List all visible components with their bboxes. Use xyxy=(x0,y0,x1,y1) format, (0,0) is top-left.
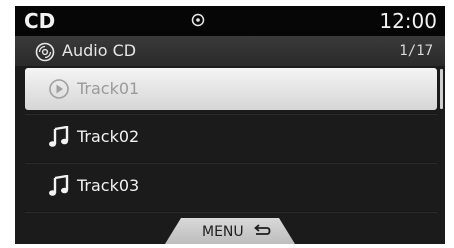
disc-indicator-icon xyxy=(191,13,205,27)
track-counter: 1/17 xyxy=(399,43,433,59)
list-header: Audio CD 1/17 xyxy=(15,36,445,66)
track-label: Track03 xyxy=(77,176,140,195)
menu-label: MENU xyxy=(202,224,244,240)
cd-icon xyxy=(35,42,55,62)
track-row-1[interactable]: Track01 xyxy=(25,68,437,110)
track-row-2[interactable]: Track02 xyxy=(25,116,437,158)
clock: 12:00 xyxy=(379,9,437,33)
status-bar: CD 12:00 xyxy=(15,6,445,36)
row-divider xyxy=(25,113,437,115)
menu-button[interactable]: MENU xyxy=(165,218,295,244)
track-label: Track01 xyxy=(77,79,140,98)
music-note-icon xyxy=(49,175,69,196)
row-divider xyxy=(25,162,437,164)
cd-screen: CD 12:00 Audio CD 1/17 Track01 Track02 T… xyxy=(15,6,445,244)
page-title: Audio CD xyxy=(62,41,137,60)
track-label: Track02 xyxy=(77,127,140,146)
return-arrow-icon xyxy=(254,224,271,235)
play-circle-icon xyxy=(49,79,69,99)
row-divider xyxy=(25,211,437,213)
music-note-icon xyxy=(49,126,69,147)
scrollbar[interactable] xyxy=(440,69,443,109)
track-row-3[interactable]: Track03 xyxy=(25,165,437,207)
source-label: CD xyxy=(24,9,56,33)
